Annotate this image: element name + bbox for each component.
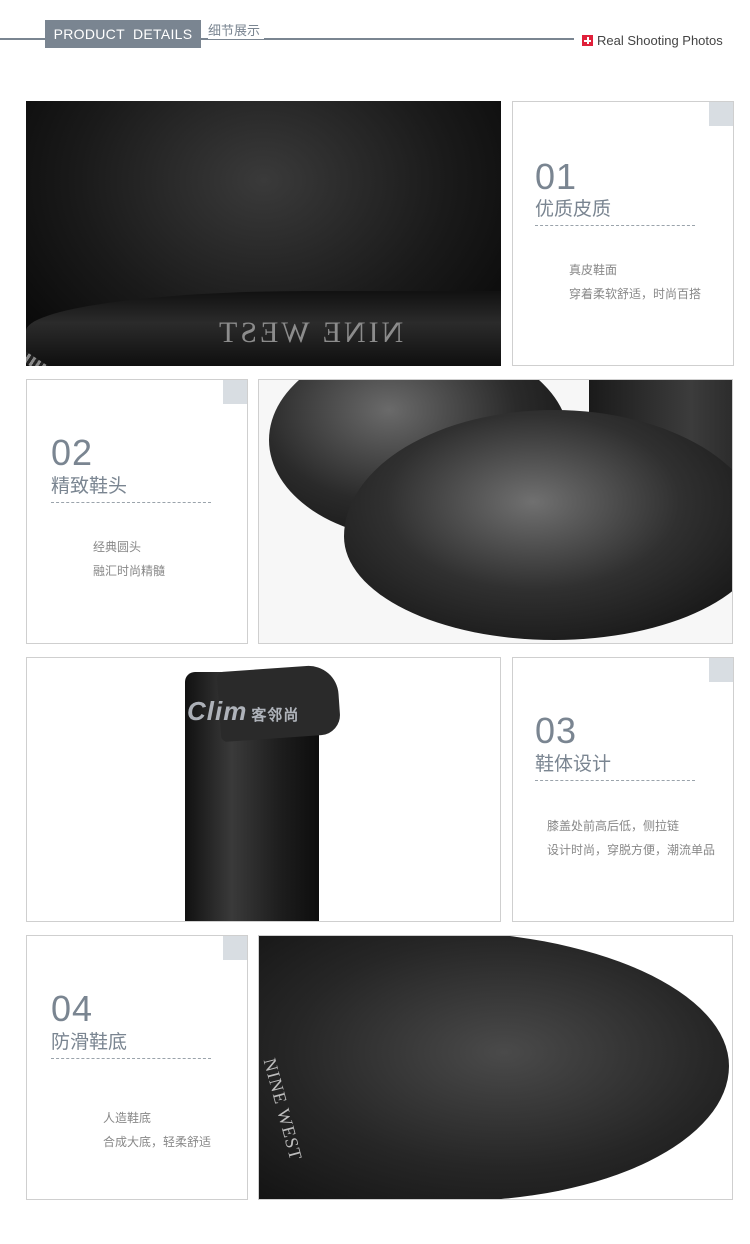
- plus-icon: [582, 35, 593, 46]
- corner-mark: [709, 658, 733, 682]
- header-section-title: 细节展示: [208, 20, 265, 39]
- detail-desc: 真皮鞋面 穿着柔软舒适，时尚百搭: [569, 258, 701, 306]
- toe-photo: [258, 379, 733, 644]
- detail-desc-line2: 合成大底，轻柔舒适: [103, 1135, 212, 1149]
- detail-card-1: 01 优质皮质 真皮鞋面 穿着柔软舒适，时尚百搭: [512, 101, 734, 366]
- corner-mark: [709, 102, 733, 126]
- sole: [259, 936, 729, 1199]
- detail-desc: 人造鞋底 合成大底，轻柔舒适: [103, 1106, 211, 1154]
- boot-body-photo: Clim 客邻尚: [26, 657, 501, 922]
- detail-number: 02: [51, 432, 94, 473]
- watermark: Clim 客邻尚: [187, 696, 299, 727]
- corner-mark: [223, 936, 247, 960]
- detail-title: 防滑鞋底: [51, 1027, 211, 1059]
- detail-title: 优质皮质: [535, 194, 695, 226]
- real-photos-label: Real Shooting Photos: [582, 33, 723, 48]
- detail-desc-line1: 真皮鞋面: [569, 263, 618, 277]
- detail-desc-line2: 穿着柔软舒适，时尚百搭: [569, 287, 702, 301]
- watermark-brand: Clim: [187, 696, 248, 726]
- detail-desc-line2: 融汇时尚精髓: [93, 564, 166, 578]
- watermark-cn: 客邻尚: [251, 707, 300, 724]
- detail-desc-line1: 膝盖处前高后低，侧拉链: [547, 819, 680, 833]
- sole-photo: NINE WEST: [258, 935, 733, 1200]
- detail-title: 鞋体设计: [535, 749, 695, 781]
- detail-number: 03: [535, 710, 578, 751]
- header-badge: PRODUCT DETAILS: [45, 20, 201, 48]
- detail-desc: 经典圆头 融汇时尚精髓: [93, 535, 165, 583]
- detail-card-3: 03 鞋体设计 膝盖处前高后低，侧拉链 设计时尚，穿脱方便，潮流单品: [512, 657, 734, 922]
- detail-card-2: 02 精致鞋头 经典圆头 融汇时尚精髓: [26, 379, 248, 644]
- detail-desc-line1: 经典圆头: [93, 540, 142, 554]
- header-product: PRODUCT: [53, 26, 125, 42]
- detail-title: 精致鞋头: [51, 471, 211, 503]
- corner-mark: [223, 380, 247, 404]
- detail-desc-line2: 设计时尚，穿脱方便，潮流单品: [547, 843, 716, 857]
- leather-photo: NINE WEST: [26, 101, 501, 366]
- detail-card-4: 04 防滑鞋底 人造鞋底 合成大底，轻柔舒适: [26, 935, 248, 1200]
- real-photos-text: Real Shooting Photos: [597, 33, 723, 48]
- header-details: DETAILS: [132, 26, 193, 42]
- detail-desc-line1: 人造鞋底: [103, 1111, 152, 1125]
- detail-number: 01: [535, 156, 578, 197]
- detail-desc: 膝盖处前高后低，侧拉链 设计时尚，穿脱方便，潮流单品: [547, 814, 715, 862]
- detail-number: 04: [51, 988, 94, 1029]
- inner-logo: NINE WEST: [216, 316, 404, 349]
